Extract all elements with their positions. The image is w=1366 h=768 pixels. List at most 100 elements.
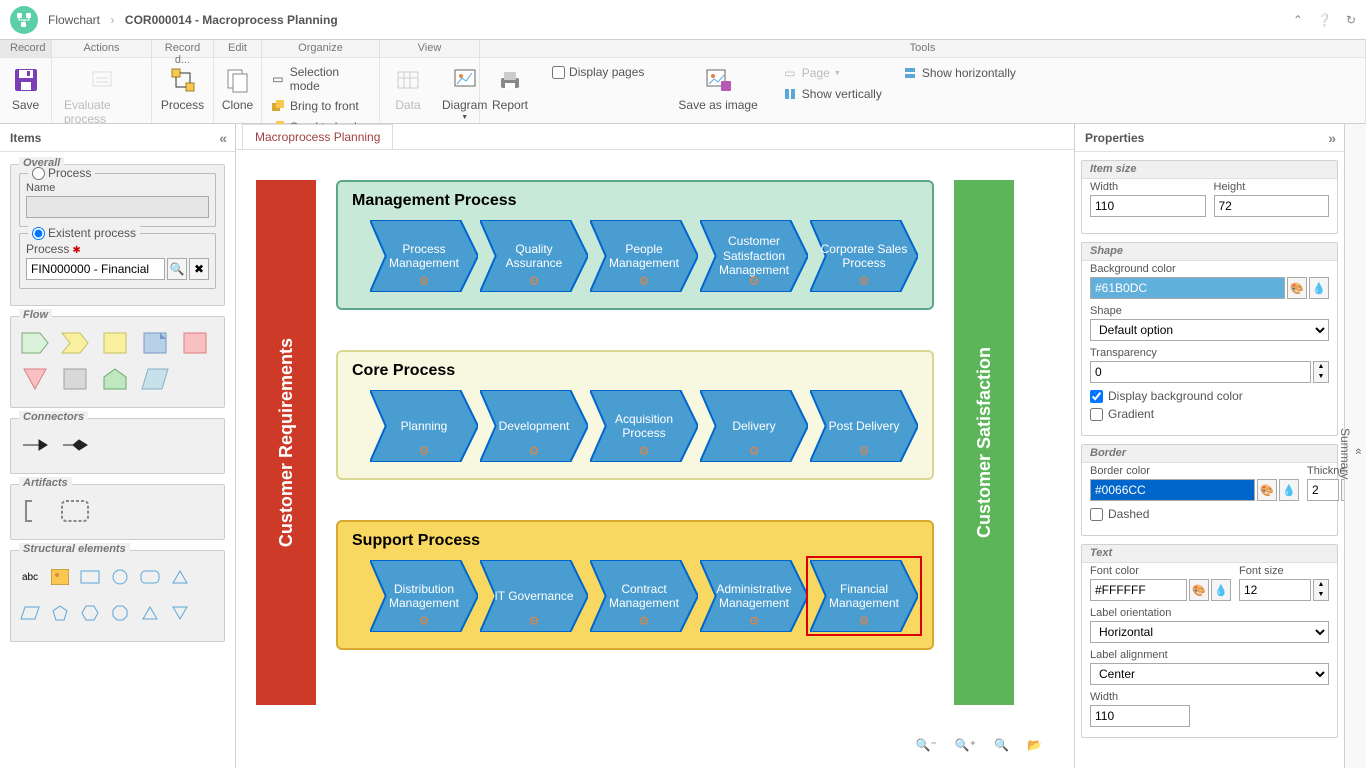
struct-text[interactable]: abc (19, 563, 41, 591)
ribbon-tab-view[interactable]: View (380, 40, 480, 57)
dashed-check[interactable]: Dashed (1090, 507, 1329, 521)
save-button[interactable]: Save (4, 62, 48, 114)
ribbon-tab-organize[interactable]: Organize (262, 40, 380, 57)
ribbon-tab-record[interactable]: Record (0, 40, 52, 57)
artifact-bracket[interactable] (19, 497, 51, 525)
font-size-spinner[interactable]: ▲▼ (1313, 579, 1329, 601)
font-color-dropper[interactable]: 💧 (1211, 579, 1231, 601)
display-pages[interactable]: Display pages (550, 64, 646, 80)
breadcrumb-root[interactable]: Flowchart (48, 13, 100, 27)
show-vertically[interactable]: Show vertically (780, 85, 884, 103)
struct-octagon[interactable] (109, 599, 131, 627)
clear-button[interactable]: ✖ (189, 258, 209, 280)
bg-color-dropper[interactable]: 💧 (1309, 277, 1329, 299)
bring-front[interactable]: Bring to front (268, 97, 373, 115)
ribbon-tab-tools[interactable]: Tools (480, 40, 1366, 57)
process-arrow[interactable]: Corporate Sales Process⚙ (810, 220, 918, 292)
collapse-left-icon[interactable]: « (219, 130, 227, 146)
zoom-fit-icon[interactable]: 🔍 (990, 734, 1013, 756)
process-group[interactable]: Support ProcessDistribution Management⚙I… (336, 520, 934, 650)
align-select[interactable]: Center (1090, 663, 1329, 685)
process-arrow[interactable]: Acquisition Process⚙ (590, 390, 698, 462)
transparency-input[interactable] (1090, 361, 1311, 383)
show-horizontally[interactable]: Show horizontally (900, 64, 1018, 82)
transparency-spinner[interactable]: ▲▼ (1313, 361, 1329, 383)
canvas-tab[interactable]: Macroprocess Planning (242, 124, 393, 149)
struct-circle[interactable] (109, 563, 131, 591)
bg-color-picker[interactable]: 🎨 (1287, 277, 1307, 299)
struct-roundrect[interactable] (139, 563, 161, 591)
save-as-image-button[interactable]: Save as image (672, 62, 763, 114)
struct-hexagon[interactable] (79, 599, 101, 627)
left-bar[interactable]: Customer Requirements (256, 180, 316, 705)
process-arrow[interactable]: Financial Management⚙ (810, 560, 918, 632)
shape-process-light[interactable] (19, 329, 51, 357)
struct-tri-down[interactable] (169, 599, 191, 627)
struct-para[interactable] (19, 599, 41, 627)
struct-triangle[interactable] (169, 563, 191, 591)
gradient-check[interactable]: Gradient (1090, 407, 1329, 421)
shape-rect-gray[interactable] (59, 365, 91, 393)
connector-diamond-arrow[interactable] (59, 431, 91, 459)
refresh-icon[interactable]: ↻ (1346, 13, 1356, 27)
font-color-input[interactable] (1090, 579, 1187, 601)
connector-arrow[interactable] (19, 431, 51, 459)
ribbon-tab-record-d[interactable]: Record d... (152, 40, 214, 57)
right-bar[interactable]: Customer Satisfaction (954, 180, 1014, 705)
expand-icon[interactable]: ⌃ (1293, 13, 1303, 27)
ribbon-tab-edit[interactable]: Edit (214, 40, 262, 57)
process-arrow[interactable]: Delivery⚙ (700, 390, 808, 462)
process-group[interactable]: Management ProcessProcess Management⚙Qua… (336, 180, 934, 310)
process-arrow[interactable]: IT Governance⚙ (480, 560, 588, 632)
process-arrow[interactable]: Process Management⚙ (370, 220, 478, 292)
canvas[interactable]: Macroprocess Planning Customer Requireme… (236, 124, 1074, 768)
help-icon[interactable]: ❔ (1317, 13, 1332, 27)
struct-tri-up[interactable] (139, 599, 161, 627)
shape-house-green[interactable] (99, 365, 131, 393)
process-arrow[interactable]: Customer Satisfaction Management⚙ (700, 220, 808, 292)
process-group[interactable]: Core ProcessPlanning⚙Development⚙Acquisi… (336, 350, 934, 480)
font-color-picker[interactable]: 🎨 (1189, 579, 1209, 601)
border-color-dropper[interactable]: 💧 (1279, 479, 1299, 501)
process-arrow[interactable]: Quality Assurance⚙ (480, 220, 588, 292)
bg-color-input[interactable] (1090, 277, 1285, 299)
thickness-input[interactable] (1307, 479, 1339, 501)
height-input[interactable] (1214, 195, 1330, 217)
process-arrow[interactable]: Post Delivery⚙ (810, 390, 918, 462)
process-arrow[interactable]: Development⚙ (480, 390, 588, 462)
artifact-dashed-rect[interactable] (59, 497, 91, 525)
font-size-input[interactable] (1239, 579, 1311, 601)
shape-select[interactable]: Default option (1090, 319, 1329, 341)
summary-strip[interactable]: « Summary (1344, 124, 1366, 768)
shape-arrow-yellow[interactable] (59, 329, 91, 357)
process-arrow[interactable]: Contract Management⚙ (590, 560, 698, 632)
thickness-spinner[interactable]: ▲▼ (1341, 479, 1344, 501)
struct-rect[interactable] (79, 563, 101, 591)
report-button[interactable]: Report (486, 62, 534, 114)
text-width-input[interactable] (1090, 705, 1190, 727)
folder-icon[interactable]: 📂 (1023, 734, 1046, 756)
search-button[interactable]: 🔍 (167, 258, 187, 280)
process-button[interactable]: Process (155, 62, 210, 114)
shape-rect-yellow[interactable] (99, 329, 131, 357)
zoom-out-icon[interactable]: 🔍⁻ (912, 734, 941, 756)
process-arrow[interactable]: Distribution Management⚙ (370, 560, 478, 632)
display-bg-check[interactable]: Display background color (1090, 389, 1329, 403)
width-input[interactable] (1090, 195, 1206, 217)
shape-rect-blue[interactable] (139, 329, 171, 357)
existent-radio[interactable]: Existent process (28, 226, 140, 240)
selection-mode[interactable]: ▭Selection mode (268, 64, 373, 94)
zoom-in-icon[interactable]: 🔍⁺ (951, 734, 980, 756)
shape-para-blue[interactable] (139, 365, 171, 393)
border-color-input[interactable] (1090, 479, 1255, 501)
clone-button[interactable]: Clone (216, 62, 260, 114)
collapse-right-icon[interactable]: » (1328, 130, 1336, 146)
process-arrow[interactable]: People Management⚙ (590, 220, 698, 292)
orient-select[interactable]: Horizontal (1090, 621, 1329, 643)
shape-rect-red[interactable] (179, 329, 211, 357)
process-arrow[interactable]: Administrative Management⚙ (700, 560, 808, 632)
process-radio[interactable]: Process (28, 166, 95, 180)
process-arrow[interactable]: Planning⚙ (370, 390, 478, 462)
shape-tri-red[interactable] (19, 365, 51, 393)
border-color-picker[interactable]: 🎨 (1257, 479, 1277, 501)
